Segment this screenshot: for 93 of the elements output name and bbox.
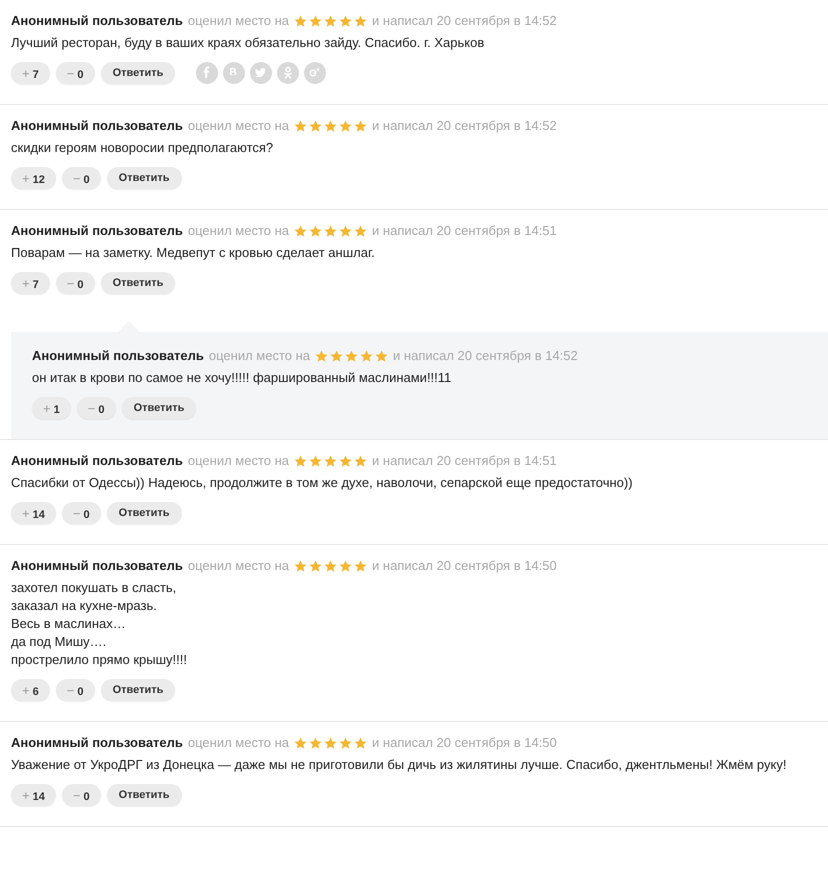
star-icon	[324, 455, 338, 467]
star-icon	[309, 225, 322, 237]
author-name: Анонимный пользователь	[32, 347, 204, 365]
author-name: Анонимный пользователь	[11, 557, 183, 575]
author-name: Анонимный пользователь	[11, 734, 183, 752]
downvote-button[interactable]: − 0	[62, 167, 101, 189]
star-icon	[354, 560, 368, 572]
star-icon	[354, 15, 368, 27]
comment-text: Весь в маслинах…	[11, 615, 127, 633]
upvote-button[interactable]: + 7	[11, 272, 50, 294]
star-icon	[324, 120, 338, 132]
reply-button[interactable]: Ответить	[100, 272, 176, 294]
upvote-button[interactable]: + 1	[32, 397, 71, 419]
reply-button[interactable]: Ответить	[122, 397, 196, 419]
star-icon	[324, 560, 338, 572]
reply-button[interactable]: Ответить	[100, 62, 176, 84]
rating-label: оценил место на	[188, 12, 290, 30]
comment-text: Лучший ресторан, буду в ваших краях обязательно зайду. Спасибо. г. Харьков	[11, 34, 486, 52]
reply-button[interactable]: Ответить	[106, 502, 182, 524]
post-date: и написал 20 сентября в 14:50	[372, 734, 557, 752]
star-icon	[309, 120, 322, 132]
author-name: Анонимный пользователь	[11, 222, 183, 240]
rating-label: оценил место на	[188, 222, 290, 240]
star-icon	[294, 560, 308, 572]
rating-label: оценил место на	[188, 734, 290, 752]
downvote-button[interactable]: − 0	[76, 397, 116, 419]
star-icon	[339, 120, 352, 132]
reply-button[interactable]: Ответить	[106, 167, 182, 189]
rating-label: оценил место на	[188, 452, 290, 470]
comment-text: Поварам — на заметку. Медвепут с кровью сделает аншлаг.	[11, 244, 376, 262]
star-icon	[339, 737, 352, 749]
googleplus-share-icon[interactable]	[304, 62, 326, 84]
star-icon	[294, 120, 308, 132]
star-icon	[294, 455, 308, 467]
downvote-button[interactable]: − 0	[56, 62, 95, 84]
post-date: и написал 20 сентября в 14:51	[372, 452, 557, 470]
upvote-button[interactable]: + 14	[11, 502, 56, 524]
post-date: и написал 20 сентября в 14:50	[372, 557, 557, 575]
downvote-button[interactable]: − 0	[56, 679, 95, 701]
rating-label: оценил место на	[208, 347, 310, 365]
post-date: и написал 20 сентября в 14:52	[372, 12, 557, 30]
star-icon	[375, 350, 388, 362]
star-icon	[309, 15, 322, 27]
upvote-button[interactable]: + 14	[11, 784, 56, 806]
upvote-button[interactable]: + 7	[11, 62, 50, 84]
star-icon	[294, 737, 308, 749]
comment-text: захотел покушать в сласть,	[11, 579, 178, 597]
upvote-button[interactable]: + 6	[11, 679, 50, 701]
odnoklassniki-share-icon[interactable]	[277, 62, 300, 84]
star-icon	[309, 737, 322, 749]
star-icon	[339, 455, 352, 467]
star-icon	[309, 560, 322, 572]
post-date: и написал 20 сентября в 14:51	[372, 222, 557, 240]
star-icon	[324, 15, 338, 27]
vk-share-icon[interactable]	[223, 62, 246, 84]
twitter-share-icon[interactable]	[250, 62, 272, 84]
rating-label: оценил место на	[188, 557, 290, 575]
downvote-button[interactable]: − 0	[62, 502, 101, 524]
reply-button[interactable]: Ответить	[106, 784, 182, 806]
star-icon	[309, 455, 322, 467]
star-icon	[339, 225, 352, 237]
author-name: Анонимный пользователь	[11, 117, 183, 135]
star-icon	[339, 15, 352, 27]
downvote-button[interactable]: − 0	[62, 784, 101, 806]
post-date: и написал 20 сентября в 14:52	[372, 117, 557, 135]
comment-text: прострелило прямо крышу!!!!	[11, 651, 188, 669]
comment-text: Спасибки от Одессы)) Надеюсь, продолжите в том же духе, наволочи, сепарской еще предостаточно))	[11, 474, 634, 492]
comment-text: Уважение от УкроДРГ из Донецка — даже мы не приготовили бы дичь из жилятины лучше. Спасибо, джентльмены! Жмём руку!	[11, 756, 788, 774]
star-icon	[360, 350, 374, 362]
comment-text: скидки героям новоросии предполагаются?	[11, 139, 274, 157]
star-icon	[294, 15, 308, 27]
author-name: Анонимный пользователь	[11, 12, 183, 30]
post-date: и написал 20 сентября в 14:52	[393, 347, 578, 365]
author-name: Анонимный пользователь	[11, 452, 183, 470]
star-icon	[345, 350, 358, 362]
comment-text: да под Мишу….	[11, 633, 108, 651]
facebook-share-icon[interactable]	[196, 62, 218, 84]
comment-text: заказал на кухне-мразь.	[11, 597, 158, 615]
star-icon	[354, 455, 368, 467]
star-icon	[330, 350, 344, 362]
star-icon	[315, 350, 328, 362]
reply-button[interactable]: Ответить	[100, 679, 176, 701]
star-icon	[324, 737, 338, 749]
star-icon	[354, 120, 368, 132]
upvote-button[interactable]: + 12	[11, 167, 56, 189]
comment-text: он итак в крови по самое не хочу!!!!! фаршированный маслинами!!!11	[32, 369, 452, 387]
star-icon	[324, 225, 338, 237]
downvote-button[interactable]: − 0	[56, 272, 95, 294]
rating-label: оценил место на	[188, 117, 290, 135]
star-icon	[339, 560, 352, 572]
star-icon	[294, 225, 308, 237]
star-icon	[354, 225, 368, 237]
star-icon	[354, 737, 368, 749]
